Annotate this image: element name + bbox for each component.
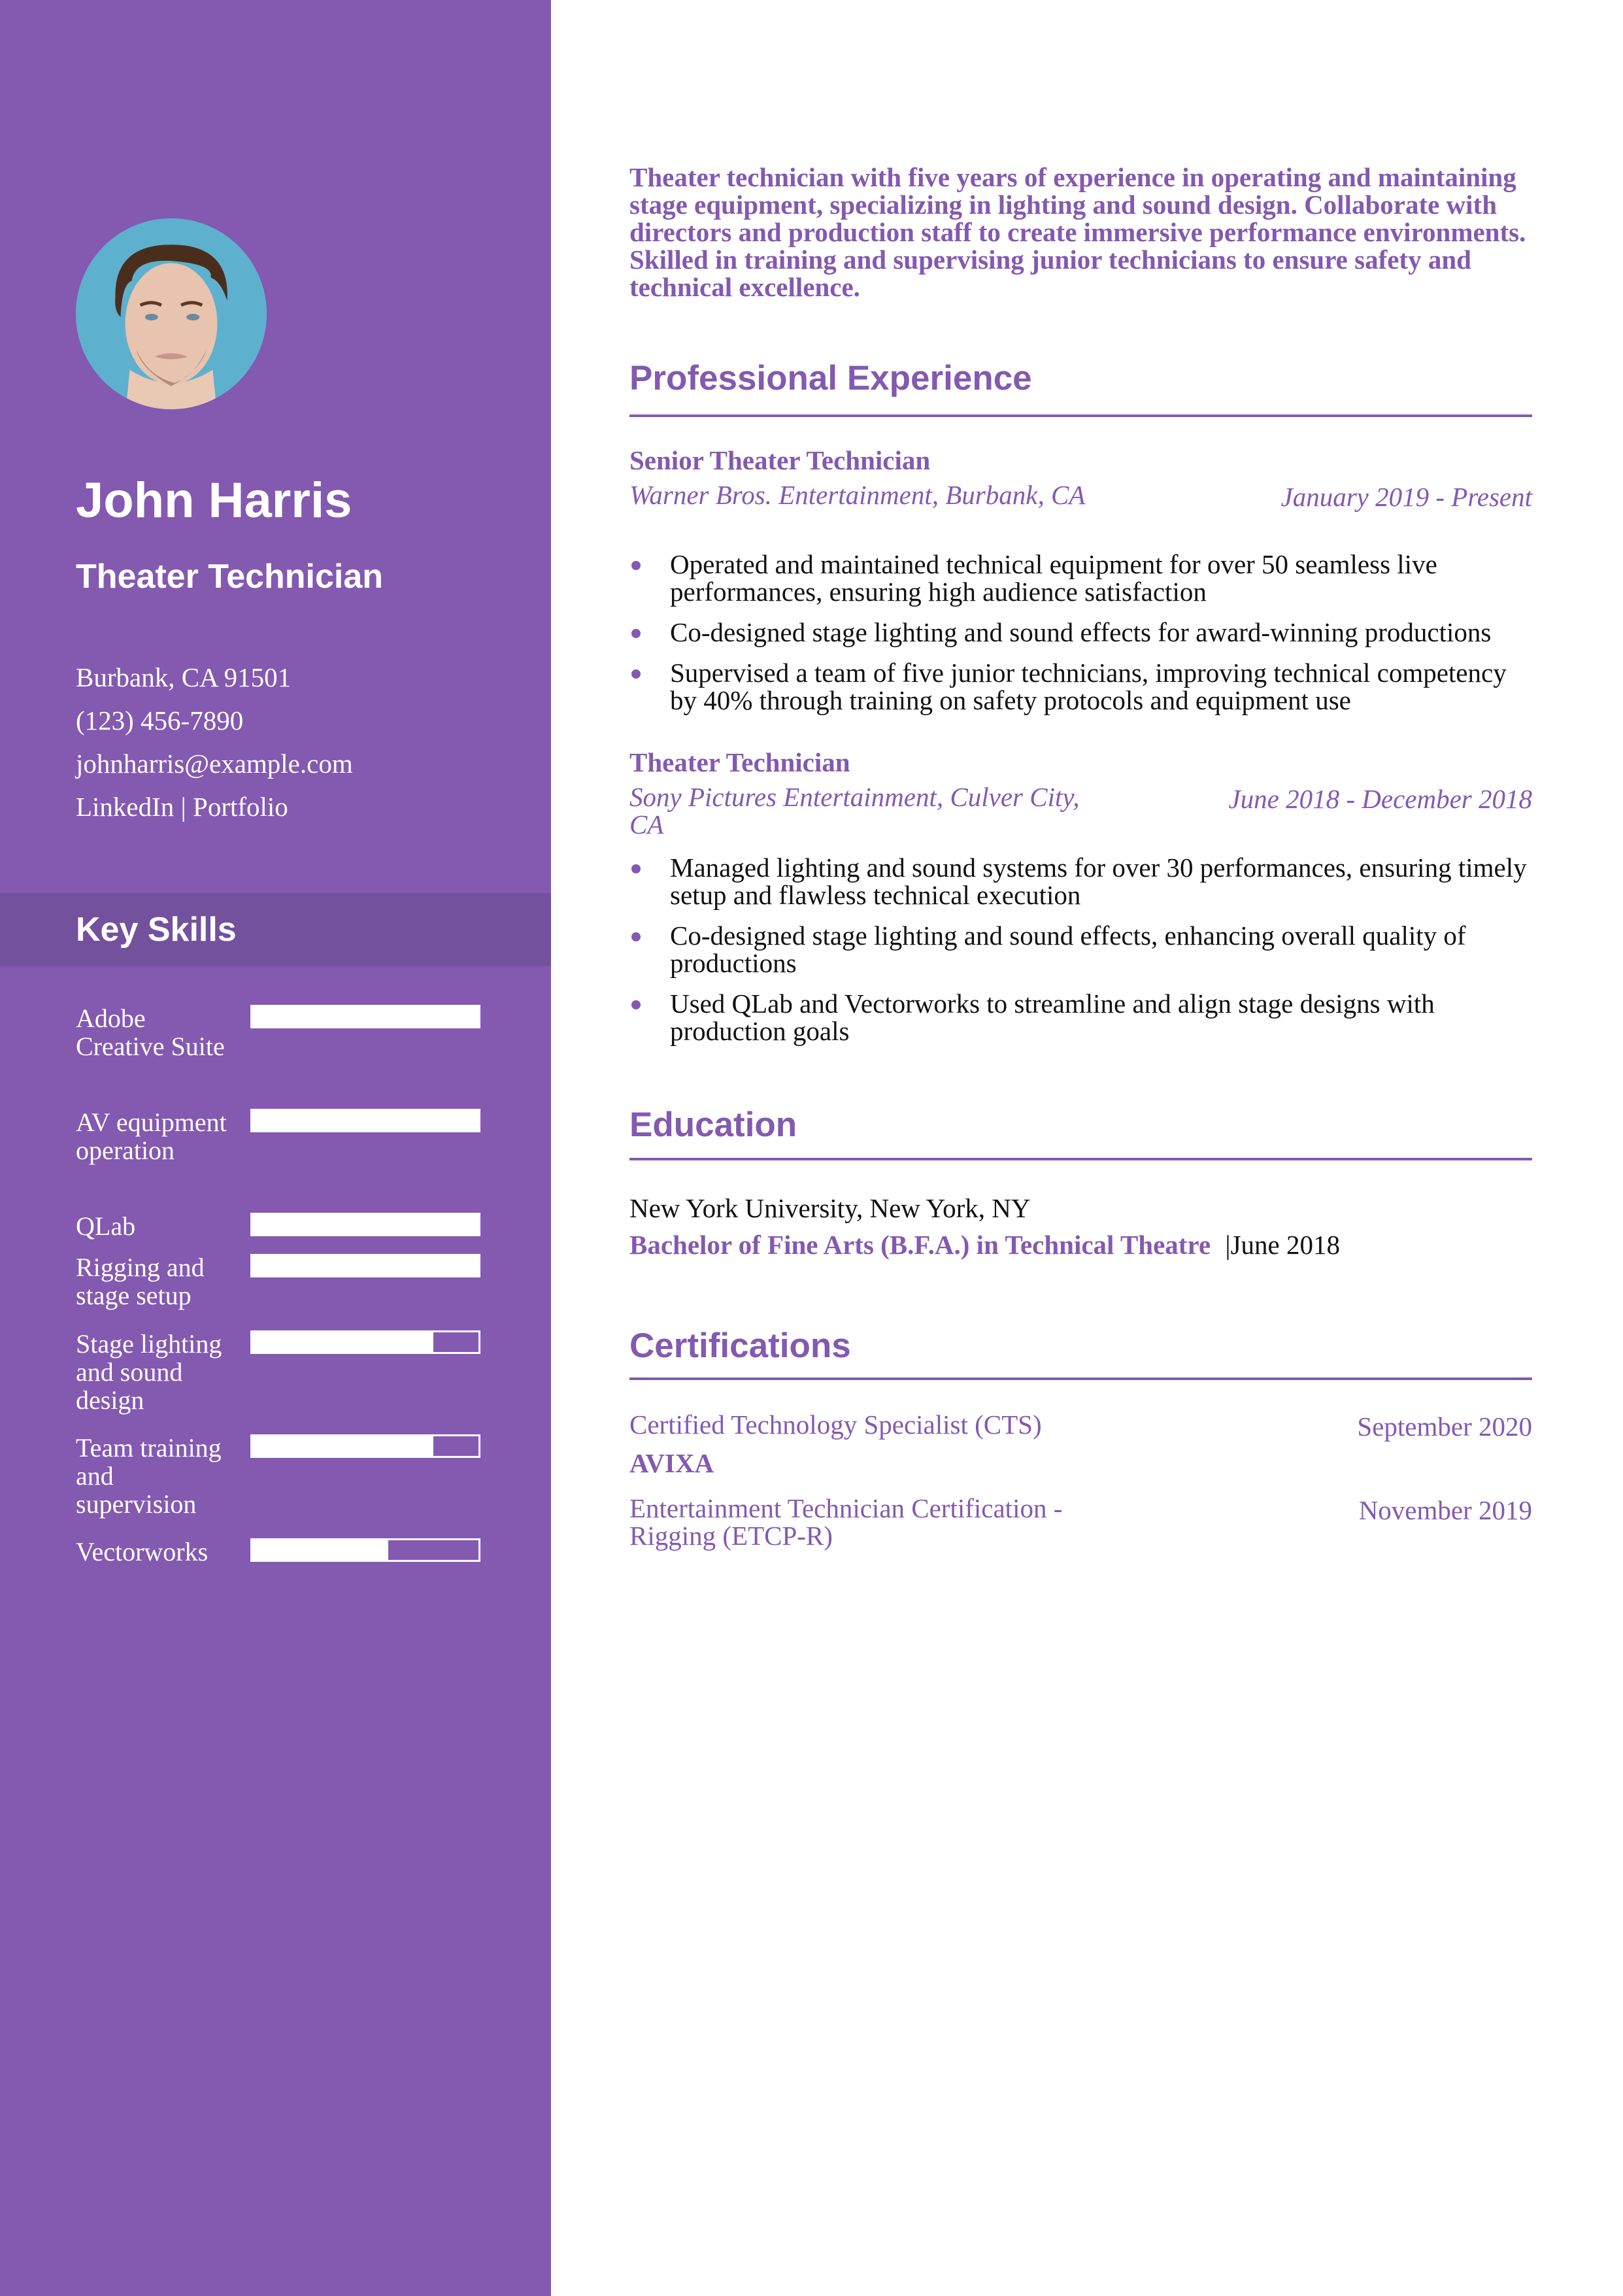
- skill-item: QLab: [76, 1212, 533, 1240]
- skill-item: Vectorworks: [76, 1538, 533, 1566]
- cert-name: Certified Technology Specialist (CTS): [629, 1410, 1042, 1440]
- job-title: Senior Theater Technician: [629, 445, 931, 475]
- bullet-item: Supervised a team of five junior technic…: [629, 659, 1538, 714]
- experience-heading: Professional Experience: [629, 359, 1032, 397]
- skill-level-fill: [252, 1540, 388, 1560]
- bullet-icon: [631, 1000, 641, 1009]
- link-separator: |: [180, 792, 186, 822]
- skill-level-bar: [250, 1213, 480, 1236]
- contact-email[interactable]: johnharris@example.com: [76, 742, 353, 785]
- job-bullets: Operated and maintained technical equipm…: [629, 550, 1538, 727]
- skill-level-bar: [250, 1434, 480, 1458]
- education-heading: Education: [629, 1106, 797, 1144]
- bullet-text: Co-designed stage lighting and sound eff…: [670, 617, 1492, 647]
- degree-separator: |: [1225, 1230, 1231, 1260]
- bullet-item: Managed lighting and sound systems for o…: [629, 854, 1538, 909]
- skill-level-fill: [252, 1256, 478, 1275]
- skill-level-fill: [252, 1007, 478, 1026]
- skill-level-fill: [252, 1111, 478, 1130]
- skill-label: Adobe Creative Suite: [76, 1004, 225, 1061]
- skill-level-bar: [250, 1254, 480, 1277]
- candidate-title: Theater Technician: [76, 558, 384, 596]
- bullet-icon: [631, 561, 641, 570]
- skill-level-fill: [252, 1332, 433, 1352]
- skill-level-bar: [250, 1109, 480, 1132]
- skill-label: Rigging and stage setup: [76, 1253, 205, 1310]
- job-company: Sony Pictures Entertainment, Culver City…: [629, 782, 1080, 839]
- skills-heading: Key Skills: [76, 911, 237, 949]
- bullet-icon: [631, 932, 641, 941]
- cert-date: September 2020: [1357, 1411, 1532, 1442]
- skills-header: Key Skills: [0, 893, 551, 966]
- portfolio-link[interactable]: Portfolio: [193, 792, 288, 822]
- skill-item: Rigging and stage setup: [76, 1253, 533, 1309]
- education-degree: Bachelor of Fine Arts (B.F.A.) in Techni…: [629, 1230, 1211, 1260]
- professional-summary: Theater technician with five years of ex…: [629, 162, 1526, 302]
- job-bullets: Managed lighting and sound systems for o…: [629, 854, 1538, 1058]
- bullet-text: Co-designed stage lighting and sound eff…: [670, 920, 1466, 978]
- certifications-heading: Certifications: [629, 1326, 851, 1365]
- bullet-text: Supervised a team of five junior technic…: [670, 658, 1507, 715]
- section-divider: [629, 1158, 1532, 1160]
- bullet-item: Co-designed stage lighting and sound eff…: [629, 618, 1538, 646]
- job-company: Warner Bros. Entertainment, Burbank, CA: [629, 480, 1086, 510]
- job-dates: January 2019 - Present: [1280, 482, 1532, 512]
- bullet-item: Operated and maintained technical equipm…: [629, 550, 1538, 605]
- bullet-item: Co-designed stage lighting and sound eff…: [629, 922, 1538, 977]
- skill-item: AV equipment operation: [76, 1108, 533, 1164]
- skill-label: Vectorworks: [76, 1537, 209, 1566]
- cert-name: Entertainment Technician Certification -…: [629, 1493, 1063, 1551]
- skill-item: Stage lighting and sound design: [76, 1330, 533, 1414]
- skill-label: Stage lighting and sound design: [76, 1329, 222, 1415]
- job-dates: June 2018 - December 2018: [1228, 784, 1532, 814]
- skill-level-bar: [250, 1005, 480, 1028]
- contact-phone[interactable]: (123) 456-7890: [76, 699, 353, 742]
- job-title: Theater Technician: [629, 747, 850, 777]
- bullet-icon: [631, 669, 641, 679]
- education-degree-line: Bachelor of Fine Arts (B.F.A.) in Techni…: [629, 1229, 1340, 1260]
- candidate-name: John Harris: [76, 473, 352, 528]
- portrait-illustration: [76, 218, 267, 409]
- bullet-text: Operated and maintained technical equipm…: [670, 549, 1437, 607]
- bullet-icon: [631, 864, 641, 873]
- contact-info: Burbank, CA 91501 (123) 456-7890 johnhar…: [76, 656, 353, 828]
- education-date: June 2018: [1230, 1230, 1340, 1260]
- skill-level-fill: [252, 1215, 478, 1234]
- bullet-icon: [631, 629, 641, 638]
- skill-item: Team training and supervision: [76, 1434, 533, 1518]
- skill-label: Team training and supervision: [76, 1433, 222, 1519]
- cert-date: November 2019: [1358, 1495, 1532, 1525]
- skill-level-bar: [250, 1330, 480, 1354]
- contact-links: LinkedIn | Portfolio: [76, 785, 353, 828]
- skill-label: QLab: [76, 1211, 136, 1241]
- education-school: New York University, New York, NY: [629, 1193, 1031, 1223]
- bullet-text: Managed lighting and sound systems for o…: [670, 853, 1527, 910]
- skill-item: Adobe Creative Suite: [76, 1004, 533, 1060]
- bullet-item: Used QLab and Vectorworks to streamline …: [629, 990, 1538, 1045]
- profile-photo: [76, 218, 267, 409]
- cert-org: AVIXA: [629, 1448, 714, 1478]
- bullet-text: Used QLab and Vectorworks to streamline …: [670, 988, 1435, 1046]
- skill-label: AV equipment operation: [76, 1107, 227, 1165]
- section-divider: [629, 1377, 1532, 1380]
- contact-location: Burbank, CA 91501: [76, 662, 292, 692]
- linkedin-link[interactable]: LinkedIn: [76, 792, 174, 822]
- section-divider: [629, 414, 1532, 417]
- skill-level-bar: [250, 1538, 480, 1562]
- skill-level-fill: [252, 1436, 433, 1456]
